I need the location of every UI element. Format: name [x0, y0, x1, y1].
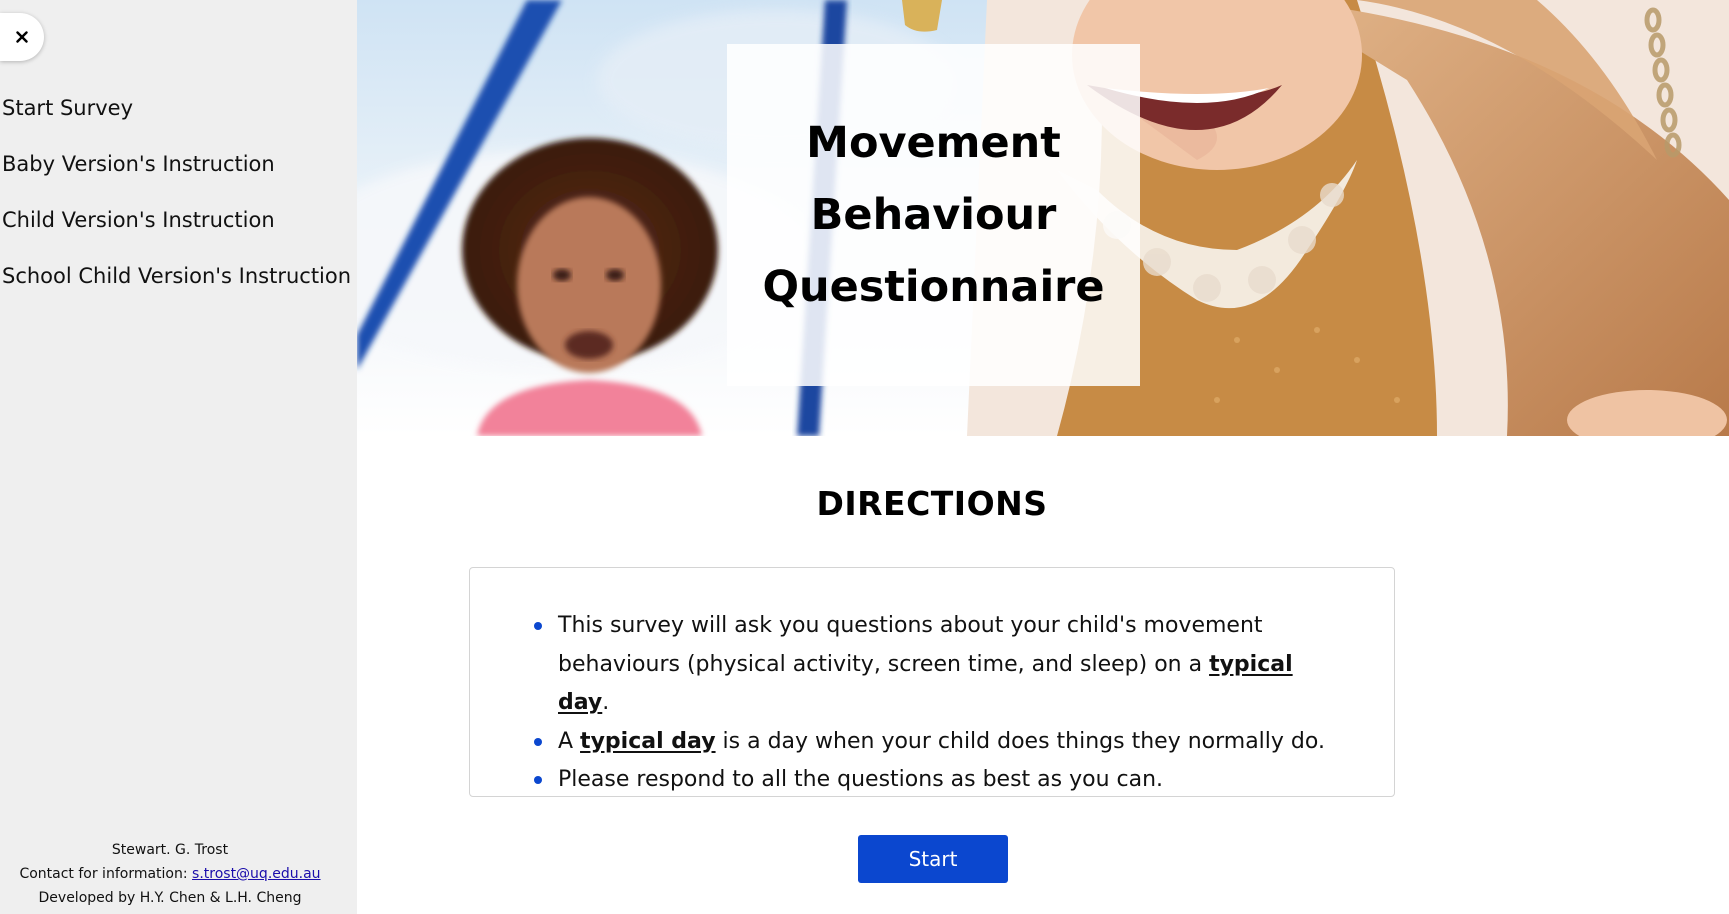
- footer-contact: Contact for information: s.trost@uq.edu.…: [0, 862, 340, 886]
- page-title: Movement Behaviour Questionnaire: [762, 107, 1104, 323]
- footer-developed-by: Developed by H.Y. Chen & L.H. Cheng: [38, 890, 302, 906]
- title-line-2: Behaviour: [810, 190, 1057, 240]
- sidebar-item-baby-version-instruction[interactable]: Baby Version's Instruction: [2, 152, 351, 208]
- sidebar-item-child-version-instruction[interactable]: Child Version's Instruction: [2, 208, 351, 264]
- typical-day-emphasis: typical day: [580, 728, 716, 754]
- sidebar-footer: Stewart. G. Trost Contact for informatio…: [0, 838, 340, 910]
- list-item: This survey will ask you questions about…: [534, 607, 1334, 723]
- bullet-icon: [534, 776, 542, 784]
- direction-text-after: .: [602, 690, 610, 715]
- close-sidebar-button[interactable]: [0, 13, 44, 61]
- title-line-3: Questionnaire: [762, 262, 1105, 312]
- sidebar-item-school-child-version-instruction[interactable]: School Child Version's Instruction: [2, 264, 351, 320]
- hero-title-box: Movement Behaviour Questionnaire: [727, 44, 1140, 386]
- start-button[interactable]: Start: [858, 835, 1008, 883]
- close-icon: [16, 31, 28, 43]
- direction-text-after: is a day when your child does things the…: [715, 728, 1325, 754]
- list-item: Please respond to all the questions as b…: [534, 761, 1334, 800]
- page: Start Survey Baby Version's Instruction …: [0, 0, 1729, 914]
- directions-heading: DIRECTIONS: [816, 484, 1048, 523]
- footer-contact-prefix: Contact for information:: [19, 866, 193, 882]
- directions-list: This survey will ask you questions about…: [534, 607, 1334, 800]
- footer-author: Stewart. G. Trost: [111, 842, 229, 858]
- directions-card: This survey will ask you questions about…: [469, 567, 1395, 797]
- bullet-icon: [534, 622, 542, 630]
- hero-banner: Movement Behaviour Questionnaire: [357, 0, 1729, 436]
- direction-text-before: A: [558, 728, 581, 754]
- sidebar-item-start-survey[interactable]: Start Survey: [2, 96, 351, 152]
- direction-text-before: This survey will ask you questions about…: [558, 613, 1263, 677]
- sidebar-nav: Start Survey Baby Version's Instruction …: [2, 96, 351, 320]
- direction-text-before: Please respond to all the questions as b…: [558, 767, 1164, 792]
- bullet-icon: [534, 737, 542, 746]
- list-item: A typical day is a day when your child d…: [534, 723, 1334, 762]
- sidebar: Start Survey Baby Version's Instruction …: [0, 0, 357, 914]
- contact-email-link[interactable]: s.trost@uq.edu.au: [192, 866, 321, 882]
- title-line-1: Movement: [806, 118, 1061, 168]
